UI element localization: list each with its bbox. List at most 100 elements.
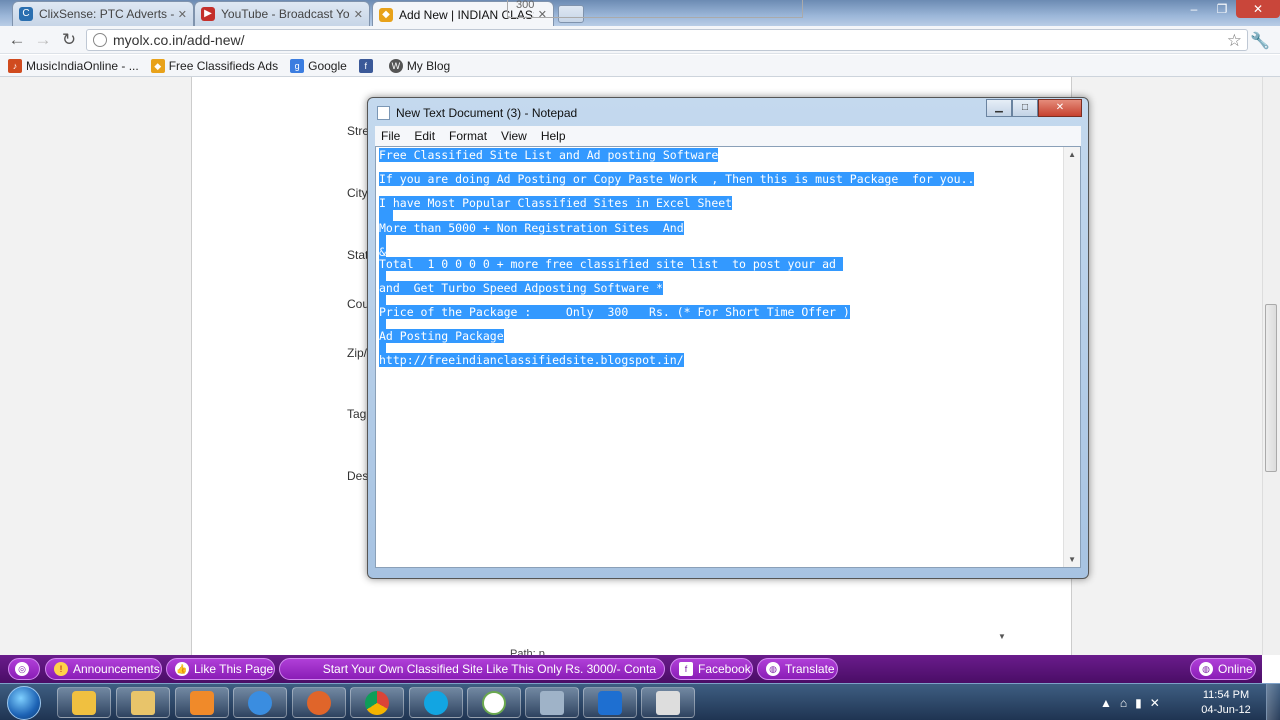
online-globe-icon: ◍: [1199, 662, 1213, 676]
reload-icon[interactable]: ↻: [58, 30, 80, 50]
clock-date: 04-Jun-12: [1201, 704, 1251, 716]
device-icon[interactable]: ⌂: [1120, 696, 1127, 710]
text-line: More than 5000 + Non Registration Sites …: [379, 221, 684, 235]
page-scroll-thumb[interactable]: [1265, 304, 1277, 472]
menu-format[interactable]: Format: [449, 129, 487, 143]
taskbar-firefox[interactable]: [292, 687, 346, 718]
scroll-up-arrow-icon[interactable]: ▲: [1068, 150, 1076, 159]
translate-button[interactable]: ◍ Translate: [757, 658, 838, 680]
windows-taskbar: ▲ ⌂ ▮ ✕ 11:54 PM 04-Jun-12: [0, 683, 1280, 720]
taskbar-google-talk[interactable]: [467, 687, 521, 718]
text-line: Total 1 0 0 0 0 + more free classified s…: [379, 257, 843, 271]
notepad-window: New Text Document (3) - Notepad ▁ □ ✕ Fi…: [367, 97, 1089, 579]
warning-icon: !: [54, 662, 68, 676]
notepad-window-controls: ▁ □ ✕: [986, 99, 1082, 117]
bookmark-star-icon[interactable]: ☆: [1227, 31, 1242, 51]
online-button[interactable]: ◍ Online: [1190, 658, 1256, 680]
tag-icon: ◆: [150, 58, 165, 73]
tab-clixsense[interactable]: C ClixSense: PTC Adverts - Cli ✕: [12, 1, 194, 26]
menu-file[interactable]: File: [381, 129, 400, 143]
translate-label: Translate: [785, 662, 835, 676]
forward-arrow-icon[interactable]: →: [32, 30, 54, 50]
bookmark-label: MusicIndiaOnline - ...: [26, 58, 139, 73]
text-line: Free Classified Site List and Ad posting…: [379, 148, 719, 162]
facebook-icon: f: [358, 58, 373, 73]
network-icon[interactable]: ▮: [1135, 696, 1142, 710]
wrench-icon[interactable]: 🔧: [1250, 31, 1270, 51]
street-label: Stre: [347, 124, 370, 138]
facebook-button[interactable]: f Facebook: [670, 658, 753, 680]
bookmarks-bar: ♪ MusicIndiaOnline - ... ◆ Free Classifi…: [0, 55, 1280, 77]
announcement-ticker[interactable]: Start Your Own Classified Site Like This…: [279, 658, 665, 680]
minimize-icon[interactable]: –: [1180, 0, 1208, 18]
scroll-down-arrow-icon[interactable]: ▼: [1068, 555, 1076, 564]
show-hidden-icons-icon[interactable]: ▲: [1100, 696, 1112, 710]
address-bar[interactable]: myolx.co.in/add-new/: [86, 29, 1248, 51]
clock[interactable]: 11:54 PM 04-Jun-12: [1196, 688, 1256, 718]
clock-time: 11:54 PM: [1202, 689, 1250, 701]
firefox-icon: [307, 690, 331, 715]
start-button[interactable]: [7, 686, 41, 720]
price-input[interactable]: 300: [507, 0, 803, 18]
text-line: Price of the Package : Only 300 Rs. (* F…: [379, 305, 850, 319]
menu-edit[interactable]: Edit: [414, 129, 435, 143]
app-icon: [540, 690, 564, 715]
text-line: http://freeindianclassifiedsite.blogspot…: [379, 353, 684, 367]
taskbar-folder[interactable]: [116, 687, 170, 718]
text-line: and Get Turbo Speed Adposting Software *: [379, 281, 663, 295]
google-talk-icon: [482, 690, 506, 715]
online-label: Online: [1218, 662, 1253, 676]
taskbar-app[interactable]: [525, 687, 579, 718]
browser-toolbar: ← → ↻ myolx.co.in/add-new/ ☆ 🔧: [0, 26, 1280, 54]
minimize-icon[interactable]: ▁: [986, 99, 1012, 117]
announcements-button[interactable]: ! Announcements: [45, 658, 162, 680]
bookmark-musicindiaonline[interactable]: ♪ MusicIndiaOnline - ...: [8, 58, 139, 73]
taskbar-internet-explorer[interactable]: [233, 687, 287, 718]
bookmark-google[interactable]: g Google: [290, 58, 347, 73]
menu-help[interactable]: Help: [541, 129, 566, 143]
bookmark-my-blog[interactable]: W My Blog: [388, 58, 450, 73]
bookmark-label: Free Classifieds Ads: [168, 58, 279, 73]
close-icon[interactable]: ✕: [1038, 99, 1082, 117]
bookmark-free-classifieds[interactable]: ◆ Free Classifieds Ads: [150, 58, 279, 73]
url-text: myolx.co.in/add-new/: [113, 32, 245, 48]
youtube-icon: ▶: [201, 7, 215, 21]
taskbar-chrome[interactable]: [350, 687, 404, 718]
close-icon[interactable]: ✕: [354, 8, 363, 21]
internet-explorer-icon: [248, 690, 272, 715]
taskbar-explorer[interactable]: [57, 687, 111, 718]
camera-icon: [656, 690, 680, 715]
bookmark-label: Google: [308, 58, 347, 73]
maximize-icon[interactable]: □: [1012, 99, 1038, 117]
text-line: If you are doing Ad Posting or Copy Past…: [379, 172, 975, 186]
notepad-text-area[interactable]: Free Classified Site List and Ad posting…: [375, 146, 1081, 568]
site-toolbar: ◎ ! Announcements 👍 Like This Page Start Y…: [0, 655, 1262, 683]
taskbar-teamviewer[interactable]: [583, 687, 637, 718]
tab-youtube[interactable]: ▶ YouTube - Broadcast Yours ✕: [194, 1, 370, 26]
toolbar-logo-button[interactable]: ◎: [8, 658, 40, 680]
close-icon[interactable]: ✕: [178, 8, 187, 21]
facebook-icon: f: [679, 662, 693, 676]
close-window-icon[interactable]: ✕: [1236, 0, 1280, 18]
back-arrow-icon[interactable]: ←: [6, 30, 28, 50]
state-label: Stat: [347, 248, 369, 262]
show-desktop-button[interactable]: [1266, 684, 1280, 720]
skype-icon: [424, 690, 448, 715]
notepad-scrollbar[interactable]: ▲ ▼: [1063, 147, 1080, 567]
music-icon: ♪: [8, 58, 22, 73]
like-page-button[interactable]: 👍 Like This Page: [166, 658, 275, 680]
teamviewer-icon: [598, 690, 622, 715]
volume-icon[interactable]: ✕: [1150, 696, 1160, 710]
media-player-icon: [190, 690, 214, 715]
bookmark-facebook[interactable]: f: [358, 58, 377, 73]
folder-icon: [131, 690, 155, 715]
taskbar-skype[interactable]: [409, 687, 463, 718]
notepad-title: New Text Document (3) - Notepad: [396, 106, 578, 120]
tags-label: Tag: [347, 407, 367, 421]
taskbar-media-player[interactable]: [175, 687, 229, 718]
scroll-down-arrow-icon[interactable]: ▼: [998, 632, 1006, 641]
tab-label: ClixSense: PTC Adverts - Cli: [39, 7, 174, 21]
taskbar-camera[interactable]: [641, 687, 695, 718]
restore-icon[interactable]: ❐: [1208, 0, 1236, 18]
menu-view[interactable]: View: [501, 129, 527, 143]
